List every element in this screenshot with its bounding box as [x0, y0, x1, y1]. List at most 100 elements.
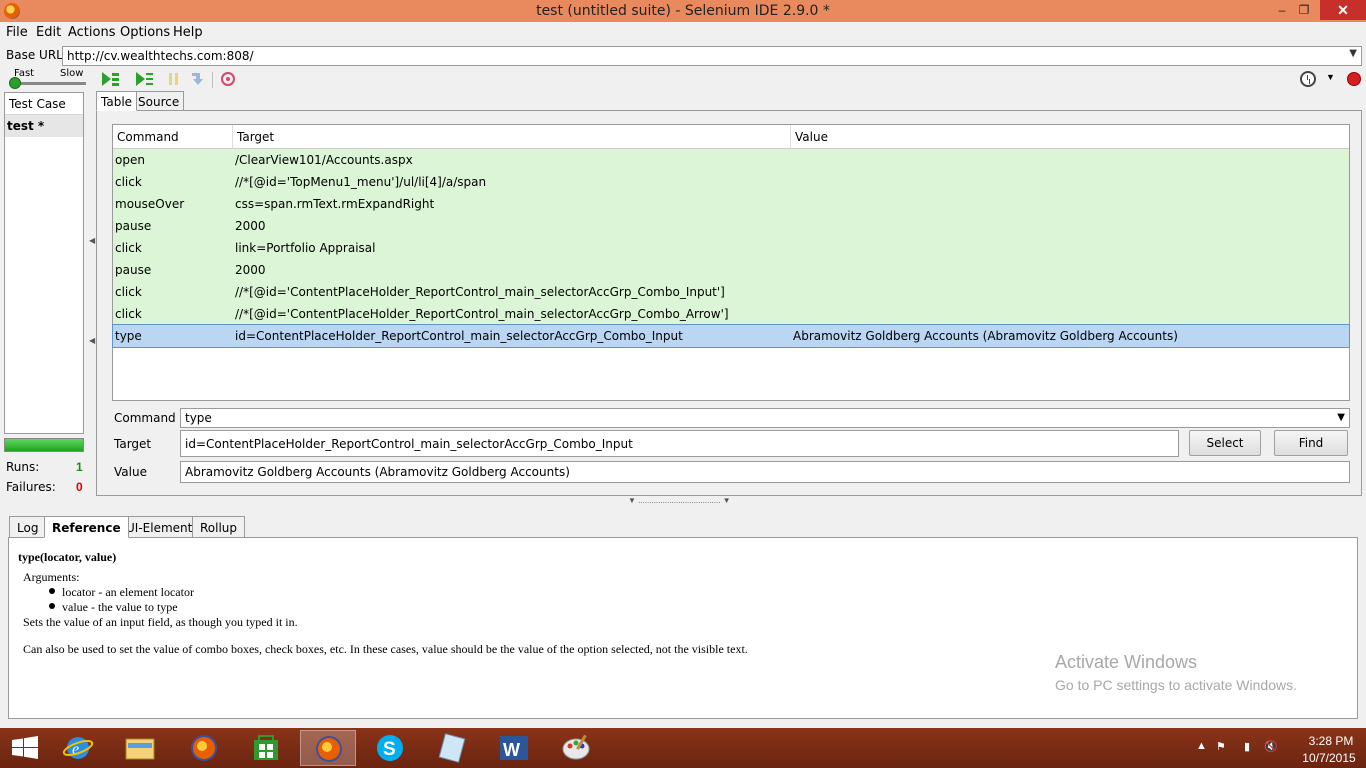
command-label: Command	[114, 411, 176, 425]
table-row[interactable]: click //*[@id='ContentPlaceHolder_Report…	[113, 303, 1349, 325]
svg-text:W: W	[503, 740, 520, 760]
value-input[interactable]: Abramovitz Goldberg Accounts (Abramovitz…	[180, 461, 1350, 483]
cell-command: pause	[115, 219, 152, 233]
value-label: Value	[114, 465, 147, 479]
menu-help[interactable]: Help	[173, 25, 203, 40]
select-button[interactable]: Select	[1189, 430, 1261, 456]
reference-signature: type(locator, value)	[18, 550, 117, 564]
target-label: Target	[114, 437, 152, 451]
title-bar: test (untitled suite) - Selenium IDE 2.9…	[0, 0, 1366, 22]
runs-value: 1	[76, 460, 83, 474]
menu-edit[interactable]: Edit	[36, 25, 61, 40]
cell-command: type	[115, 329, 142, 343]
watermark-title: Activate Windows	[1055, 652, 1198, 672]
cell-target: 2000	[235, 219, 266, 233]
tab-ui-element[interactable]: UI-Element	[118, 516, 201, 538]
cell-target: /ClearView101/Accounts.aspx	[235, 153, 413, 167]
column-header-command[interactable]: Command	[113, 125, 233, 149]
table-row[interactable]: pause 2000	[113, 215, 1349, 237]
command-table: Command Target Value open /ClearView101/…	[112, 124, 1350, 401]
play-suite-icon[interactable]	[100, 70, 120, 88]
close-button[interactable]: ✕	[1320, 0, 1366, 20]
taskbar-date[interactable]: 10/7/2015	[1298, 751, 1360, 765]
speed-slow-label: Slow	[60, 68, 84, 79]
base-url-input[interactable]: http://cv.wealthtechs.com:808/ ▼	[62, 46, 1362, 66]
table-row[interactable]: click //*[@id='TopMenu1_menu']/ul/li[4]/…	[113, 171, 1349, 193]
cell-target: //*[@id='TopMenu1_menu']/ul/li[4]/a/span	[235, 175, 487, 189]
test-case-item[interactable]: test *	[5, 115, 83, 137]
speaker-icon[interactable]: 🔇	[1264, 740, 1278, 753]
clock-icon[interactable]	[1300, 71, 1316, 87]
tab-source[interactable]: Source	[133, 91, 185, 111]
cell-command: click	[115, 307, 142, 321]
speed-slider-thumb[interactable]	[9, 77, 21, 89]
paint-icon[interactable]	[548, 730, 604, 766]
chevron-down-icon[interactable]: ▼	[1337, 412, 1345, 423]
taskbar: e S W ▲ ⚑ ▮ 🔇	[0, 728, 1366, 768]
vertical-splitter[interactable]: ◀ ◀	[89, 236, 95, 346]
test-case-header: Test Case	[5, 93, 83, 115]
chevron-down-icon[interactable]: ▼	[1326, 72, 1335, 82]
reference-description: Sets the value of an input field, as tho…	[23, 615, 298, 629]
find-button[interactable]: Find	[1274, 430, 1348, 456]
maximize-button[interactable]: ❐	[1290, 0, 1318, 20]
internet-explorer-icon[interactable]: e	[50, 730, 106, 766]
table-row-selected[interactable]: type id=ContentPlaceHolder_ReportControl…	[112, 324, 1350, 348]
firefox-icon[interactable]	[176, 730, 232, 766]
play-test-icon[interactable]	[134, 70, 154, 88]
svg-text:S: S	[383, 739, 396, 760]
target-input[interactable]: id=ContentPlaceHolder_ReportControl_main…	[180, 430, 1179, 457]
rollup-icon[interactable]	[218, 70, 238, 88]
test-case-panel: Test Case test *	[4, 92, 84, 434]
cell-target: 2000	[235, 263, 266, 277]
cell-command: click	[115, 241, 142, 255]
activate-windows-watermark: Activate Windows Go to PC settings to ac…	[1055, 652, 1297, 693]
word-icon[interactable]: W	[486, 730, 542, 766]
base-url-label: Base URL	[6, 48, 63, 62]
tab-log[interactable]: Log	[9, 516, 47, 538]
bullet-icon	[49, 588, 55, 594]
runs-label: Runs:	[6, 460, 40, 474]
failures-label: Failures:	[6, 480, 56, 494]
chevron-down-icon[interactable]: ▼	[1349, 48, 1357, 59]
column-header-target[interactable]: Target	[233, 125, 791, 149]
flag-icon[interactable]: ⚑	[1216, 740, 1226, 753]
horizontal-splitter[interactable]: ▼ ..................................... …	[628, 496, 731, 505]
table-row[interactable]: open /ClearView101/Accounts.aspx	[113, 149, 1349, 171]
battery-icon[interactable]: ▮	[1244, 740, 1250, 753]
speed-slider-track[interactable]	[10, 82, 86, 85]
step-icon[interactable]	[188, 70, 208, 88]
tab-reference[interactable]: Reference	[44, 516, 129, 538]
reference-argument: locator - an element locator	[62, 585, 194, 599]
cell-command: open	[115, 153, 145, 167]
start-icon[interactable]	[0, 730, 50, 766]
pause-icon[interactable]	[164, 70, 184, 88]
taskbar-time[interactable]: 3:28 PM	[1300, 734, 1362, 748]
cell-target: //*[@id='ContentPlaceHolder_ReportContro…	[235, 307, 729, 321]
table-row[interactable]: mouseOver css=span.rmText.rmExpandRight	[113, 193, 1349, 215]
cell-target: id=ContentPlaceHolder_ReportControl_main…	[235, 329, 683, 343]
table-row[interactable]: click link=Portfolio Appraisal	[113, 237, 1349, 259]
skype-icon[interactable]: S	[362, 730, 418, 766]
cell-command: pause	[115, 263, 152, 277]
table-row[interactable]: click //*[@id='ContentPlaceHolder_Report…	[113, 281, 1349, 303]
command-select-value: type	[185, 411, 212, 425]
cell-command: click	[115, 285, 142, 299]
notes-icon[interactable]	[424, 730, 480, 766]
table-row[interactable]: pause 2000	[113, 259, 1349, 281]
show-hidden-icons-icon[interactable]: ▲	[1196, 740, 1207, 752]
run-progress-bar	[4, 438, 84, 452]
reference-arguments-label: Arguments:	[23, 570, 80, 584]
column-header-value[interactable]: Value	[791, 125, 1349, 149]
menu-actions[interactable]: Actions	[68, 25, 116, 40]
tab-rollup[interactable]: Rollup	[192, 516, 246, 538]
menu-file[interactable]: File	[6, 25, 28, 40]
command-select[interactable]: type ▼	[180, 408, 1350, 428]
firefox-icon[interactable]	[300, 730, 356, 766]
menu-options[interactable]: Options	[120, 25, 170, 40]
tab-table[interactable]: Table	[96, 91, 138, 111]
store-icon[interactable]	[238, 730, 294, 766]
reference-argument: value - the value to type	[62, 600, 178, 614]
record-button[interactable]	[1347, 72, 1361, 86]
file-explorer-icon[interactable]	[112, 730, 168, 766]
